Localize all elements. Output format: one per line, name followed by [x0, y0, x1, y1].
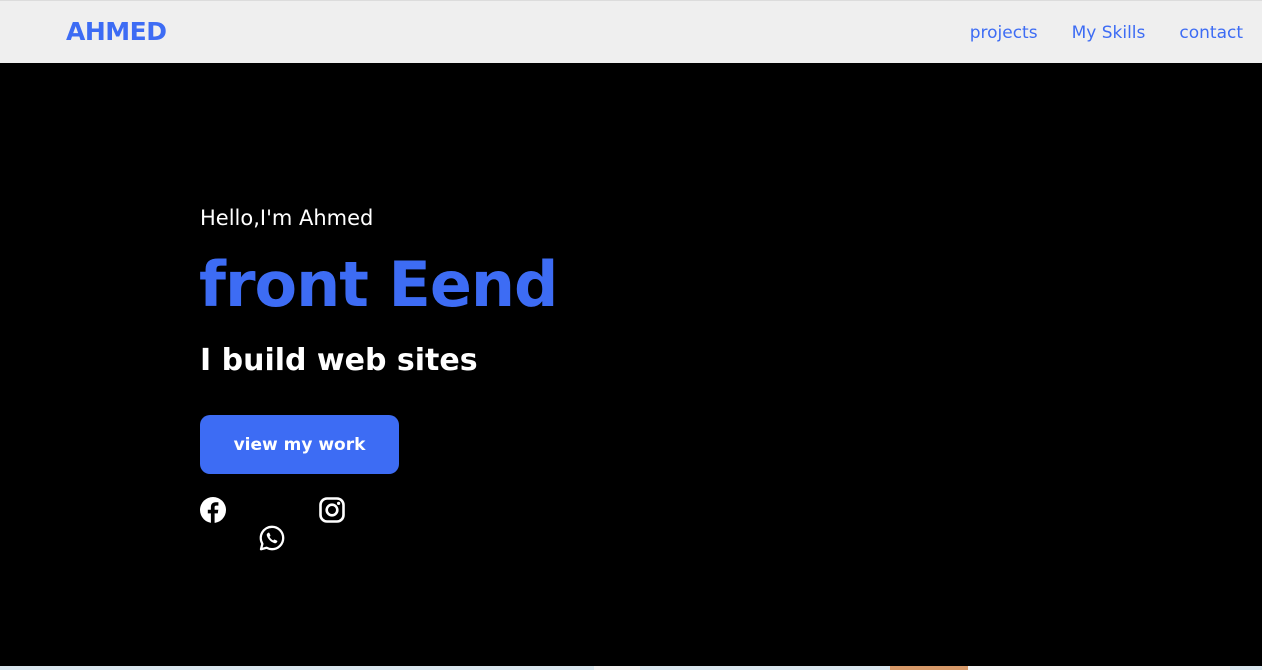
facebook-icon-graphic [200, 497, 226, 523]
hero-section: Hello,I'm Ahmed front Eend I build web s… [0, 63, 1262, 666]
instagram-icon-graphic [319, 497, 345, 523]
hero-greeting: Hello,I'm Ahmed [200, 206, 374, 230]
bottom-strip-segment [968, 666, 1230, 670]
whatsapp-icon-graphic [259, 525, 285, 551]
nav-link-projects[interactable]: projects [970, 19, 1038, 47]
facebook-icon[interactable] [199, 496, 227, 524]
nav-link-my-skills[interactable]: My Skills [1072, 19, 1146, 47]
site-logo[interactable]: AHMED [66, 15, 167, 49]
nav-link-contact[interactable]: contact [1179, 19, 1243, 47]
hero-role-title: front Eend [199, 248, 558, 321]
main-nav: projects My Skills contact [970, 19, 1243, 47]
bottom-strip [0, 666, 1262, 670]
bottom-strip-segment [594, 666, 640, 670]
view-my-work-button[interactable]: view my work [200, 415, 399, 474]
page: AHMED projects My Skills contact Hello,I… [0, 0, 1262, 670]
bottom-strip-segment [890, 666, 968, 670]
instagram-icon[interactable] [318, 496, 346, 524]
whatsapp-icon[interactable] [258, 524, 286, 552]
hero-tagline: I build web sites [200, 343, 478, 378]
top-navbar: AHMED projects My Skills contact [0, 0, 1262, 63]
